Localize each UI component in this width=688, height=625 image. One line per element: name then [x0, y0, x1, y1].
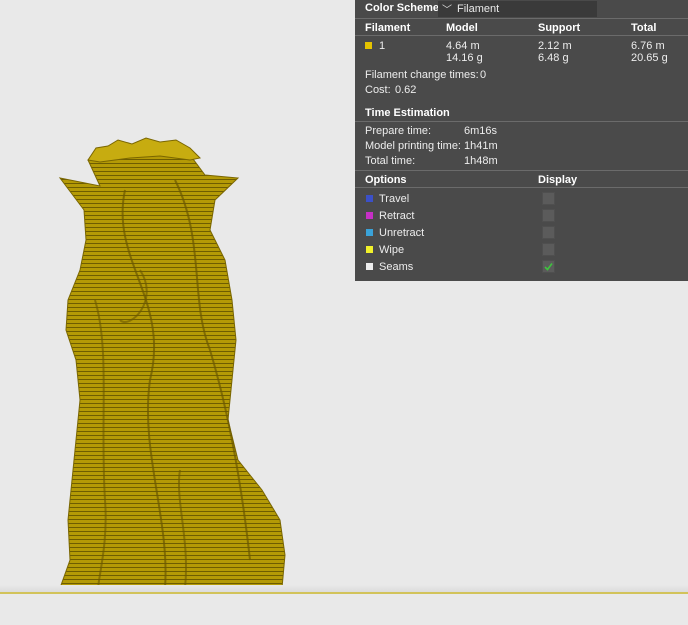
total-time-value: 1h48m	[464, 155, 498, 167]
travel-display-checkbox[interactable]	[542, 192, 555, 205]
gcode-stats-panel: Color Scheme ﹀ Filament Filament Model S…	[355, 0, 688, 281]
model-printing-time-value: 1h41m	[464, 140, 498, 152]
retract-color-swatch	[366, 212, 373, 219]
col-header-support: Support	[538, 22, 581, 34]
option-label-retract: Retract	[379, 210, 415, 222]
options-header: Options	[365, 174, 407, 186]
build-plate-line	[0, 592, 688, 594]
cost-value: 0.62	[395, 84, 417, 96]
cost-label: Cost:	[365, 84, 391, 96]
model-body	[58, 147, 286, 589]
filament-change-value: 0	[480, 69, 487, 81]
option-label-seams: Seams	[379, 261, 414, 273]
total-weight: 20.65 g	[631, 52, 668, 64]
divider	[355, 170, 688, 171]
seams-display-checkbox[interactable]	[542, 260, 555, 273]
seams-color-swatch	[366, 263, 373, 270]
wipe-color-swatch	[366, 246, 373, 253]
filament-change-label: Filament change times:	[365, 69, 479, 81]
filament-id: 1	[379, 40, 386, 52]
model-length: 4.64 m	[446, 40, 480, 52]
display-header: Display	[538, 174, 578, 186]
model-printing-time-label: Model printing time:	[365, 140, 461, 152]
prepare-time-value: 6m16s	[464, 125, 498, 137]
filament-color-swatch	[365, 42, 372, 49]
divider	[355, 121, 688, 122]
chevron-down-icon: ﹀	[442, 5, 452, 16]
color-scheme-value: Filament	[457, 3, 500, 15]
divider	[355, 187, 688, 188]
wipe-display-checkbox[interactable]	[542, 243, 555, 256]
support-length: 2.12 m	[538, 40, 572, 52]
option-label-travel: Travel	[379, 193, 410, 205]
col-header-filament: Filament	[365, 22, 411, 34]
retract-display-checkbox[interactable]	[542, 209, 555, 222]
unretract-color-swatch	[366, 229, 373, 236]
travel-color-swatch	[366, 195, 373, 202]
color-scheme-label: Color Scheme	[365, 2, 439, 14]
option-label-wipe: Wipe	[379, 244, 405, 256]
option-label-unretract: Unretract	[379, 227, 425, 239]
divider	[355, 35, 688, 36]
unretract-display-checkbox[interactable]	[542, 226, 555, 239]
checkmark-icon	[544, 263, 553, 271]
total-length: 6.76 m	[631, 40, 665, 52]
build-plate-edge	[0, 585, 688, 592]
divider	[355, 18, 688, 19]
color-scheme-dropdown[interactable]: ﹀ Filament	[438, 1, 597, 17]
col-header-total: Total	[631, 22, 657, 34]
model-weight: 14.16 g	[446, 52, 483, 64]
total-time-label: Total time:	[365, 155, 416, 167]
prepare-time-label: Prepare time:	[365, 125, 432, 137]
support-weight: 6.48 g	[538, 52, 569, 64]
time-estimation-title: Time Estimation	[365, 107, 450, 119]
col-header-model: Model	[446, 22, 478, 34]
